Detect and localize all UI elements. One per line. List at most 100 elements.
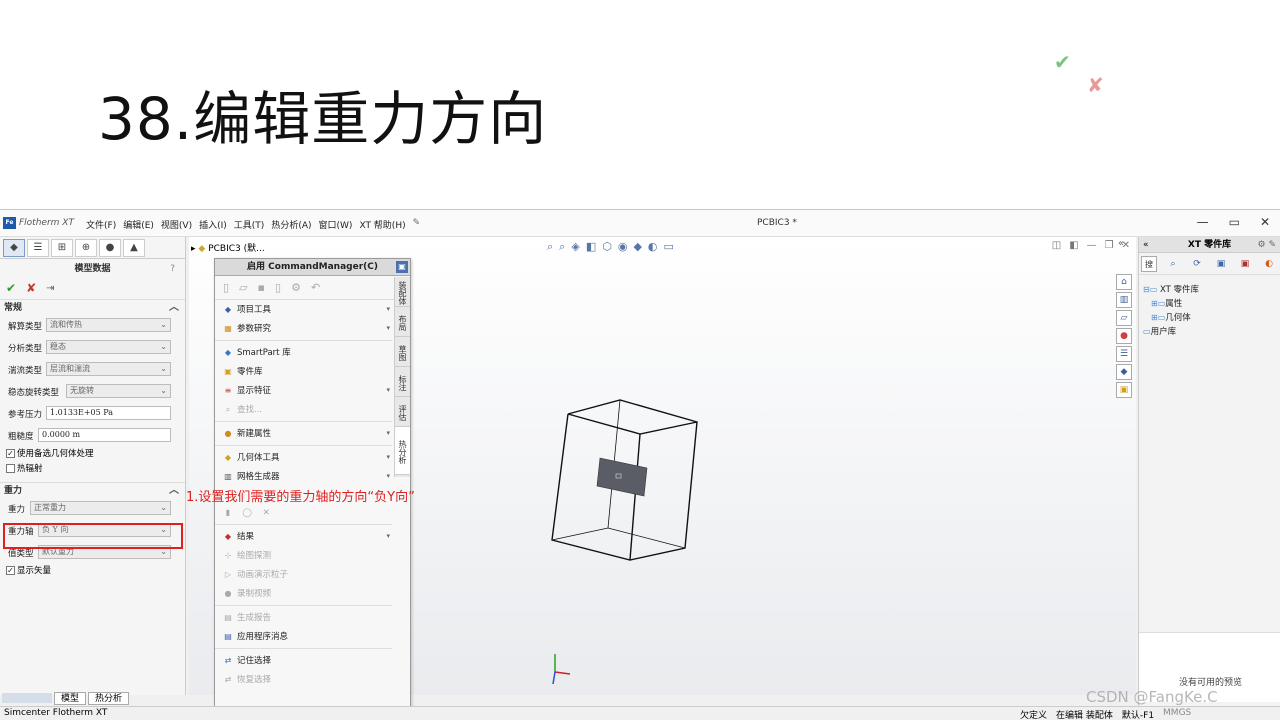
tab-property-icon[interactable]: ☰	[27, 239, 49, 257]
undo-icon[interactable]: ↶	[311, 281, 320, 294]
reference-pressure-input[interactable]: 1.0133E+05 Pa	[46, 406, 171, 420]
section-view-icon[interactable]: ◧	[586, 240, 596, 254]
split-view-icon[interactable]: ◫	[1052, 240, 1061, 251]
rotation-type-select[interactable]: 无旋转 ⌄	[66, 384, 171, 398]
zoom-fit-icon[interactable]: ⌕	[547, 240, 553, 254]
zoom-area-icon[interactable]: ⌕	[559, 240, 565, 254]
ok-check-icon[interactable]: ✔	[6, 281, 16, 295]
menu-item-show-features[interactable]: ≡ 显示特征 ▾	[215, 381, 392, 400]
radiation-checkbox[interactable]: 热辐射	[0, 462, 185, 477]
menu-item-part-library[interactable]: ▣ 零件库	[215, 362, 392, 381]
tab-scroll-arrows-icon[interactable]	[2, 693, 52, 703]
library-icon[interactable]: ▥	[1116, 292, 1132, 308]
checkbox-icon[interactable]	[6, 464, 15, 473]
menu-item-record-video[interactable]: ● 录制视频	[215, 584, 392, 603]
tab-markup[interactable]: 标注	[395, 367, 410, 397]
new-icon[interactable]: ▯	[223, 281, 229, 294]
monitor-icon[interactable]: ▭	[664, 240, 674, 254]
menu-item-plot-probe[interactable]: ⊹ 绘图探测	[215, 546, 392, 565]
settings-gear-icon[interactable]: ⚙ ✎	[1258, 237, 1276, 253]
collapse-icon[interactable]: «	[1143, 237, 1149, 253]
tree-node-attributes[interactable]: ⊞▭属性	[1143, 297, 1280, 311]
cancel-x-icon[interactable]: ✘	[26, 281, 36, 295]
menu-item-results[interactable]: ◆ 结果 ▾	[215, 527, 392, 546]
tab-dim-icon[interactable]: ⊕	[75, 239, 97, 257]
checkbox-checked-icon[interactable]: ✓	[6, 566, 15, 575]
tab-feature-tree-icon[interactable]: ◆	[3, 239, 25, 257]
color-icon[interactable]: ◐	[1261, 256, 1277, 272]
menu-item-new-attribute[interactable]: ● 新建属性 ▾	[215, 424, 392, 443]
tab-evaluate[interactable]: 评估	[395, 397, 410, 427]
minimize-button[interactable]: —	[1197, 215, 1209, 229]
menu-item-remember-selection[interactable]: ⇄ 记住选择	[215, 651, 392, 670]
menu-item-geometry-tools[interactable]: ◆ 几何体工具 ▾	[215, 448, 392, 467]
menu-thermal[interactable]: 热分析(A)	[271, 218, 311, 231]
tree-root-item[interactable]: ▸ ◆ PCBIC3 (默...	[191, 241, 265, 254]
roughness-input[interactable]: 0.0000 m	[38, 428, 171, 442]
menu-item-smartpart-library[interactable]: ◆ SmartPart 库	[215, 343, 392, 362]
tab-config-icon[interactable]: ⊞	[51, 239, 73, 257]
maximize-button[interactable]: ▭	[1229, 215, 1240, 229]
menu-file[interactable]: 文件(F)	[86, 218, 116, 231]
tab-layout[interactable]: 布局	[395, 307, 410, 337]
chevron-up-icon[interactable]: ︿	[169, 300, 179, 316]
view-orientation-icon[interactable]: ⬡	[602, 240, 612, 254]
tab-assembly[interactable]: 装配体	[395, 277, 410, 307]
print-icon[interactable]: ▯	[275, 281, 281, 294]
analysis-type-select[interactable]: 稳态 ⌄	[46, 340, 171, 354]
menu-view[interactable]: 视图(V)	[161, 218, 192, 231]
folder-icon[interactable]: ▱	[1116, 310, 1132, 326]
menu-edit[interactable]: 编辑(E)	[123, 218, 154, 231]
tab-sketch[interactable]: 草图	[395, 337, 410, 367]
pin-icon[interactable]: ⇥	[46, 283, 54, 294]
menu-item-generate-report[interactable]: ▤ 生成报告	[215, 608, 392, 627]
save-icon[interactable]: ▪	[258, 281, 265, 294]
menu-item-animate-particles[interactable]: ▷ 动画演示粒子	[215, 565, 392, 584]
status-config[interactable]: 默认-F1	[1122, 708, 1154, 721]
tab-thermal-analysis[interactable]: 热分析	[395, 427, 410, 475]
menu-item-find[interactable]: ⌕ 查找...	[215, 400, 392, 419]
collapse-pane-icon[interactable]: «	[1118, 238, 1124, 249]
section-gravity[interactable]: 重力 ︿	[0, 482, 185, 498]
import-icon[interactable]: ▣	[1213, 256, 1229, 272]
menu-help[interactable]: XT 帮助(H)	[359, 218, 405, 231]
menu-item-restore-selection[interactable]: ⇄ 恢复选择	[215, 670, 392, 689]
checkbox-checked-icon[interactable]: ✓	[6, 449, 15, 458]
part-library-icon[interactable]: ▣	[1116, 382, 1132, 398]
viewport-restore-icon[interactable]: ❐	[1105, 240, 1114, 251]
sync-icon[interactable]: ⟳	[1189, 256, 1205, 272]
tree-node-user-library[interactable]: ▭用户库	[1143, 325, 1280, 339]
display-style-icon[interactable]: ◉	[618, 240, 628, 254]
appearance-icon[interactable]: ◐	[648, 240, 658, 254]
menu-tools[interactable]: 工具(T)	[234, 218, 265, 231]
tab-thermal-icon[interactable]: ▲	[123, 239, 145, 257]
split-view-2-icon[interactable]: ◧	[1069, 240, 1078, 251]
command-manager-title[interactable]: 启用 CommandManager(C) ▣	[215, 259, 410, 276]
search-button[interactable]: 搜	[1141, 255, 1157, 272]
open-icon[interactable]: ▱	[239, 281, 247, 294]
status-units[interactable]: MMGS	[1163, 708, 1191, 721]
turbulence-type-select[interactable]: 层流和湍流 ⌄	[46, 362, 171, 376]
close-button[interactable]: ✕	[1260, 215, 1270, 229]
menu-window[interactable]: 窗口(W)	[319, 218, 353, 231]
export-icon[interactable]: ▣	[1237, 256, 1253, 272]
settings-gear-icon[interactable]: ⚙	[291, 281, 301, 294]
confirm-cancel-icon[interactable]: ✘	[1087, 73, 1104, 97]
confirm-ok-icon[interactable]: ✔	[1054, 50, 1071, 74]
hide-show-icon[interactable]: ◆	[633, 240, 641, 254]
home-icon[interactable]: ⌂	[1116, 274, 1132, 290]
section-general[interactable]: 常规 ︿	[0, 299, 185, 315]
pin-icon[interactable]: ▣	[396, 261, 408, 273]
menu-insert[interactable]: 插入(I)	[199, 218, 227, 231]
help-icon[interactable]: ?	[170, 259, 175, 279]
alt-geometry-checkbox[interactable]: ✓ 使用备选几何体处理	[0, 447, 185, 462]
menu-item-project-tools[interactable]: ◆ 项目工具 ▾	[215, 300, 392, 319]
solve-type-select[interactable]: 流和传热 ⌄	[46, 318, 171, 332]
search-icon[interactable]: ⌕	[1165, 256, 1181, 272]
menu-item-mesh-generator[interactable]: ▥ 网格生成器 ▾	[215, 467, 392, 486]
tab-thermal[interactable]: 热分析	[88, 691, 130, 705]
tree-node-xt-library[interactable]: ⊟▭ XT 零件库	[1143, 283, 1280, 297]
previous-view-icon[interactable]: ◈	[571, 240, 579, 254]
smartpart-icon[interactable]: ◆	[1116, 364, 1132, 380]
viewport-minimize-icon[interactable]: —	[1087, 240, 1097, 251]
